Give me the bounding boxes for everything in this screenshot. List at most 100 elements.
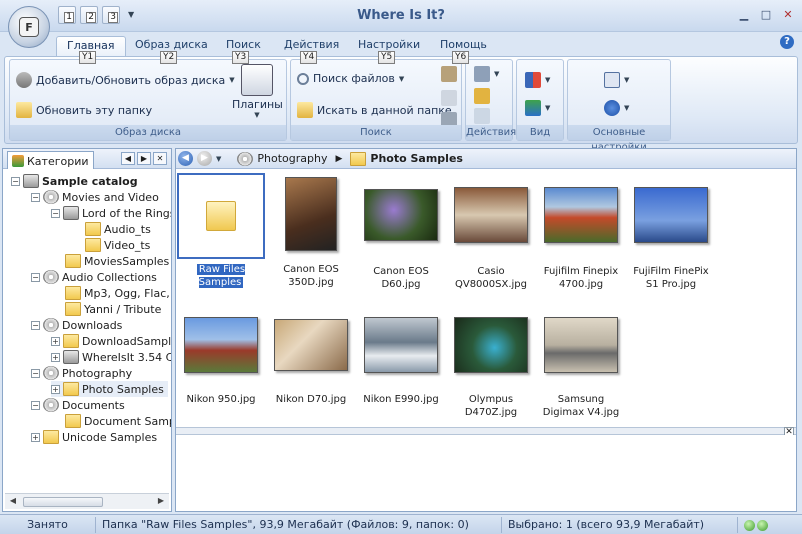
tree-node-movies[interactable]: − Movies and Video [31,189,159,205]
thumbnail-item[interactable]: Nikon E990.jpg [356,317,446,406]
scroll-left-icon[interactable]: ◀ [7,496,19,508]
tree-node-sample-catalog[interactable]: − Sample catalog [11,173,138,189]
thumbnail-item[interactable]: FujiFilm FinePix S1 Pro.jpg [626,187,716,291]
sort-icon[interactable] [525,100,541,116]
tree-node-documents[interactable]: − Documents [31,397,125,413]
group-title: Основные настройки [568,125,670,153]
tree-node-downloads[interactable]: − Downloads [31,317,122,333]
panel-splitter[interactable]: ✕ [176,427,796,437]
chevron-down-icon: ▼ [398,74,405,83]
tree-node-label: Audio Collections [62,270,157,284]
add-update-disk-button[interactable]: Добавить/Обновить образ диска ▼ [16,72,235,88]
cd-icon [43,398,59,412]
view-grid-icon[interactable] [525,72,541,88]
scroll-right-icon[interactable]: ▶ [155,496,167,508]
plugins-icon [241,64,273,96]
search-in-folder-label: Искать в данной папке [317,103,452,117]
forward-icon[interactable]: ▶ [197,151,212,166]
tree-node-audio-ts[interactable]: Audio_ts [85,221,151,237]
checkbox-settings-icon[interactable] [604,72,620,88]
photo-thumbnail [285,177,337,251]
cd-icon [43,318,59,332]
tree-node-yanni[interactable]: Yanni / Tribute [65,301,161,317]
expand-icon[interactable]: + [51,352,60,362]
find-files-button[interactable]: Поиск файлов ▼ [297,72,404,85]
back-icon[interactable]: ◀ [178,151,193,166]
plugins-button[interactable]: Плагины ▼ [232,64,283,119]
tools-icon[interactable] [441,66,457,82]
catalog-icon [23,174,39,188]
close-icon[interactable]: ✕ [780,8,796,22]
tree-node-video-ts[interactable]: Video_ts [85,237,150,253]
status-state: Занято [0,516,96,533]
search-in-folder-button[interactable]: Искать в данной папке [297,102,452,118]
photo-thumbnail [454,317,528,373]
thumbnail-item[interactable]: Nikon D70.jpg [266,319,356,406]
status-indicators [738,518,770,531]
tree-node-audio[interactable]: − Audio Collections [31,269,157,285]
thumbnail-item[interactable]: Fujifilm Finepix 4700.jpg [536,187,626,291]
maximize-icon[interactable]: □ [758,8,774,22]
folder-icon [63,382,79,396]
tree-node-mp3[interactable]: Mp3, Ogg, Flac, A [65,285,171,301]
collapse-icon[interactable]: − [11,176,20,186]
tree-node-document-sample[interactable]: Document Sample [65,413,171,429]
close-panel-icon[interactable]: ✕ [153,152,167,165]
collapse-icon[interactable]: − [51,208,60,218]
next-arrow-icon[interactable]: ▶ [137,152,151,165]
tree-node-label: Sample catalog [42,174,138,188]
tree-node-download-samples[interactable]: + DownloadSamples [51,333,171,349]
collapse-icon[interactable]: − [31,368,40,378]
expand-icon[interactable]: + [31,432,40,442]
status-led-icon [744,519,755,531]
thumbnail-item[interactable]: Nikon 950.jpg [176,317,266,406]
thumbnail-item[interactable]: Raw Files Samples [176,173,266,289]
tree-node-unicode[interactable]: + Unicode Samples [31,429,157,445]
help-icon[interactable]: ? [780,35,794,49]
photo-thumbnail [364,189,438,241]
collapse-icon[interactable]: − [31,272,40,282]
action-icon[interactable] [474,66,490,82]
tree-node-movies-samples[interactable]: MoviesSamples [65,253,169,269]
thumbnail-item[interactable]: Olympus D470Z.jpg [446,317,536,419]
application-menu-button[interactable]: F [8,6,50,48]
thumbnail-item[interactable]: Canon EOS 350D.jpg [266,177,356,289]
breadcrumb-separator-icon[interactable]: ▶ [335,154,342,164]
tree-horizontal-scrollbar[interactable]: ◀ ▶ [5,493,169,509]
breadcrumb-parent[interactable]: Photography [237,151,327,166]
thumbnail-item[interactable]: Samsung Digimax V4.jpg [536,317,626,419]
collapse-icon[interactable]: − [31,320,40,330]
binoculars-icon[interactable] [441,90,457,106]
prev-arrow-icon[interactable]: ◀ [121,152,135,165]
find-icon[interactable] [474,88,490,104]
scroll-thumb[interactable] [23,497,103,507]
expand-icon[interactable]: + [51,336,60,346]
window-controls: ▁ □ ✕ [736,8,796,22]
tree-node-photography[interactable]: − Photography [31,365,132,381]
tree-node-lotr[interactable]: − Lord of the Rings [51,205,171,221]
refresh-folder-button[interactable]: Обновить эту папку [16,102,152,118]
thumbnail-item[interactable]: Canon EOS D60.jpg [356,189,446,291]
folder-icon [65,414,81,428]
info-icon[interactable] [604,100,620,116]
folder-icon [85,238,101,252]
thumbnail-item[interactable]: Casio QV8000SX.jpg [446,187,536,291]
keytip-y1: Y1 [79,51,97,64]
tree-node-photo-samples[interactable]: + Photo Samples [51,381,168,397]
tab-categories[interactable]: Категории [7,151,94,169]
thumbnail-label: Samsung Digimax V4.jpg [542,394,620,418]
collapse-icon[interactable]: − [31,400,40,410]
collapse-icon[interactable]: − [31,192,40,202]
group-actions: ▼ Действия [465,59,516,141]
photo-thumbnail [544,317,618,373]
breadcrumb-current[interactable]: Photo Samples [350,151,463,166]
expand-icon[interactable]: + [51,384,60,394]
tree-node-whereisit[interactable]: + WhereIsIt 3.54 C [51,349,171,365]
edit-icon[interactable] [474,108,490,124]
keytip-y5: Y5 [378,51,396,64]
minimize-icon[interactable]: ▁ [736,8,752,22]
folder-missing-icon [65,302,81,316]
tree-node-label: Documents [62,398,125,412]
categories-header: Категории ◀ ▶ ✕ [3,149,171,169]
history-dropdown-icon[interactable]: ▼ [216,155,221,163]
